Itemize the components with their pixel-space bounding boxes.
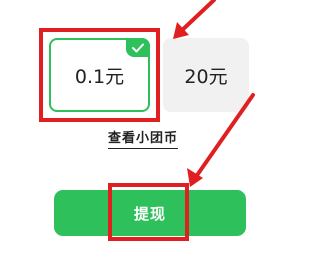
annotation-arrows [173, 0, 255, 187]
arrow-to-withdraw [191, 93, 255, 183]
arrow-to-amount [176, 0, 216, 36]
